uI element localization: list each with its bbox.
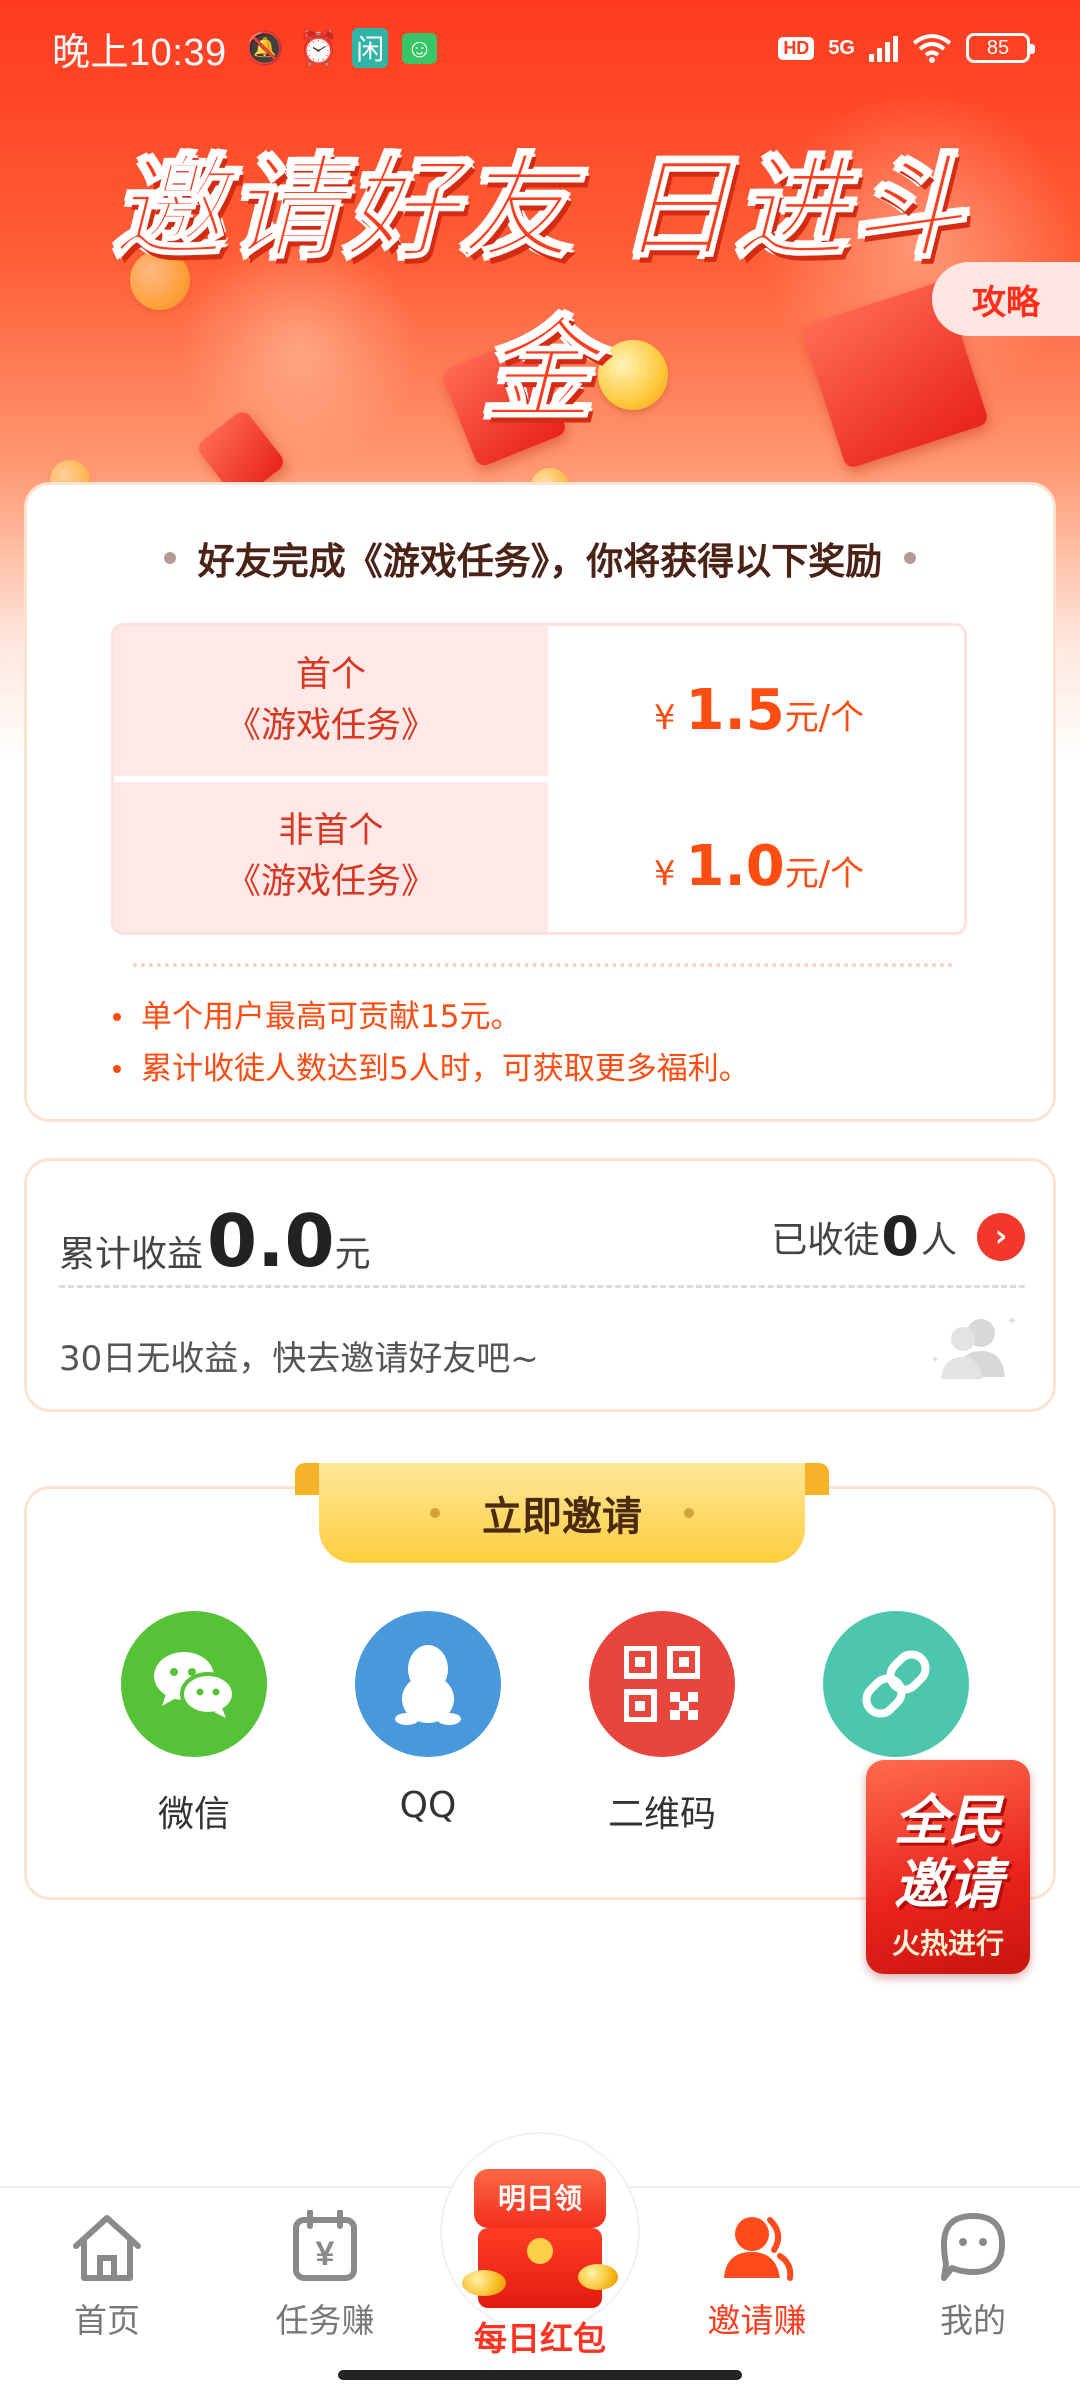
reward-row-label: 非首个 《游戏任务》: [114, 782, 548, 932]
status-time: 晚上10:39: [52, 31, 227, 74]
divider: [59, 1285, 1025, 1288]
reward-row-value: ¥ 1.0 元/个: [653, 834, 865, 899]
reward-note: 累计收徒人数达到5人时，可获取更多福利。: [113, 1043, 750, 1095]
reward-row: 非首个 《游戏任务》 ¥ 1.0 元/个: [114, 782, 964, 932]
invite-ribbon-label: 立即邀请: [482, 1494, 642, 1540]
link-icon[interactable]: [823, 1611, 969, 1757]
share-qrcode-button[interactable]: 二维码: [587, 1611, 737, 1837]
reward-row: 首个 《游戏任务》 ¥ 1.5 元/个: [114, 626, 964, 776]
campaign-float-badge[interactable]: 全民 邀请 火热进行: [866, 1760, 1030, 1974]
reward-heading-text: 好友完成《游戏任务》，你将获得以下奖励: [197, 540, 883, 583]
reward-notes: 单个用户最高可贡献15元。 累计收徒人数达到5人时，可获取更多福利。: [113, 991, 750, 1095]
reward-row-label: 首个 《游戏任务》: [114, 626, 548, 776]
chevron-right-icon[interactable]: ›: [977, 1212, 1025, 1261]
hd-voice-icon: HD: [778, 36, 815, 60]
network-type: 5G: [828, 37, 855, 59]
reward-table: 首个 《游戏任务》 ¥ 1.5 元/个 非首个 《游戏任务》 ¥ 1.0 元/个: [111, 623, 967, 935]
invite-ribbon: 立即邀请: [295, 1463, 829, 1569]
red-envelope-badge: 明日领: [474, 2166, 606, 2228]
reward-row-value: ¥ 1.5 元/个: [653, 678, 865, 743]
reward-note: 单个用户最高可贡献15元。: [113, 991, 750, 1043]
home-indicator: [338, 2370, 742, 2380]
svg-text:¥: ¥: [316, 2235, 335, 2273]
hero-title: 邀请好友 日进斗金: [112, 143, 968, 437]
app-notification-icon: ☺: [402, 32, 437, 64]
share-wechat-button[interactable]: 微信: [119, 1611, 269, 1837]
bottom-nav: 首页 ¥ 任务赚 明日领 每日红包 邀请赚 我的: [0, 2132, 1080, 2400]
profile-face-icon: [941, 2213, 1005, 2281]
svg-text:✦: ✦: [1007, 1314, 1017, 1328]
mute-icon: 🔕: [244, 30, 285, 66]
users-placeholder-icon: ✦ ✦: [931, 1314, 1017, 1379]
app-notification-icon: 闲: [352, 28, 389, 68]
earnings-card: 累计收益 0.0 元 已收徒 0 人 › 30日无收益，快去邀请好友吧~ ✦ ✦: [24, 1158, 1056, 1412]
total-earnings-value: 0.0: [207, 1199, 335, 1283]
share-qq-button[interactable]: QQ: [353, 1611, 503, 1826]
status-icons: 🔕 ⏰ 闲 ☺: [245, 28, 437, 68]
nav-home[interactable]: 首页: [32, 2210, 182, 2342]
alarm-icon: ⏰: [298, 30, 339, 66]
total-earnings: 累计收益 0.0 元: [59, 1199, 371, 1283]
status-bar: 晚上10:39 🔕 ⏰ 闲 ☺ HD 5G 85: [0, 0, 1080, 96]
strategy-tab[interactable]: 攻略: [932, 262, 1080, 336]
nav-profile[interactable]: 我的: [898, 2210, 1048, 2342]
signal-icon: [869, 34, 898, 62]
battery-level: 85: [986, 36, 1010, 59]
recruited-count-value: 0: [881, 1205, 919, 1268]
nav-tasks[interactable]: ¥ 任务赚: [250, 2210, 400, 2342]
qq-penguin-icon[interactable]: [355, 1611, 501, 1757]
svg-text:✦: ✦: [931, 1355, 939, 1366]
battery-icon: 85: [966, 33, 1035, 63]
invite-user-icon: [724, 2217, 794, 2281]
qr-code-icon[interactable]: [589, 1611, 735, 1757]
reward-heading: 好友完成《游戏任务》，你将获得以下奖励: [27, 531, 1053, 585]
nav-invite[interactable]: 邀请赚: [682, 2210, 832, 2342]
earnings-note: 30日无收益，快去邀请好友吧~: [59, 1339, 539, 1379]
divider: [133, 963, 953, 967]
recruited-count[interactable]: 已收徒 0 人 ›: [771, 1205, 1025, 1268]
wifi-icon: [912, 34, 952, 63]
task-calendar-icon: ¥: [293, 2210, 357, 2281]
home-icon: [73, 2215, 141, 2281]
wechat-icon[interactable]: [121, 1611, 267, 1757]
reward-card: 好友完成《游戏任务》，你将获得以下奖励 首个 《游戏任务》 ¥ 1.5 元/个 …: [24, 482, 1056, 1122]
